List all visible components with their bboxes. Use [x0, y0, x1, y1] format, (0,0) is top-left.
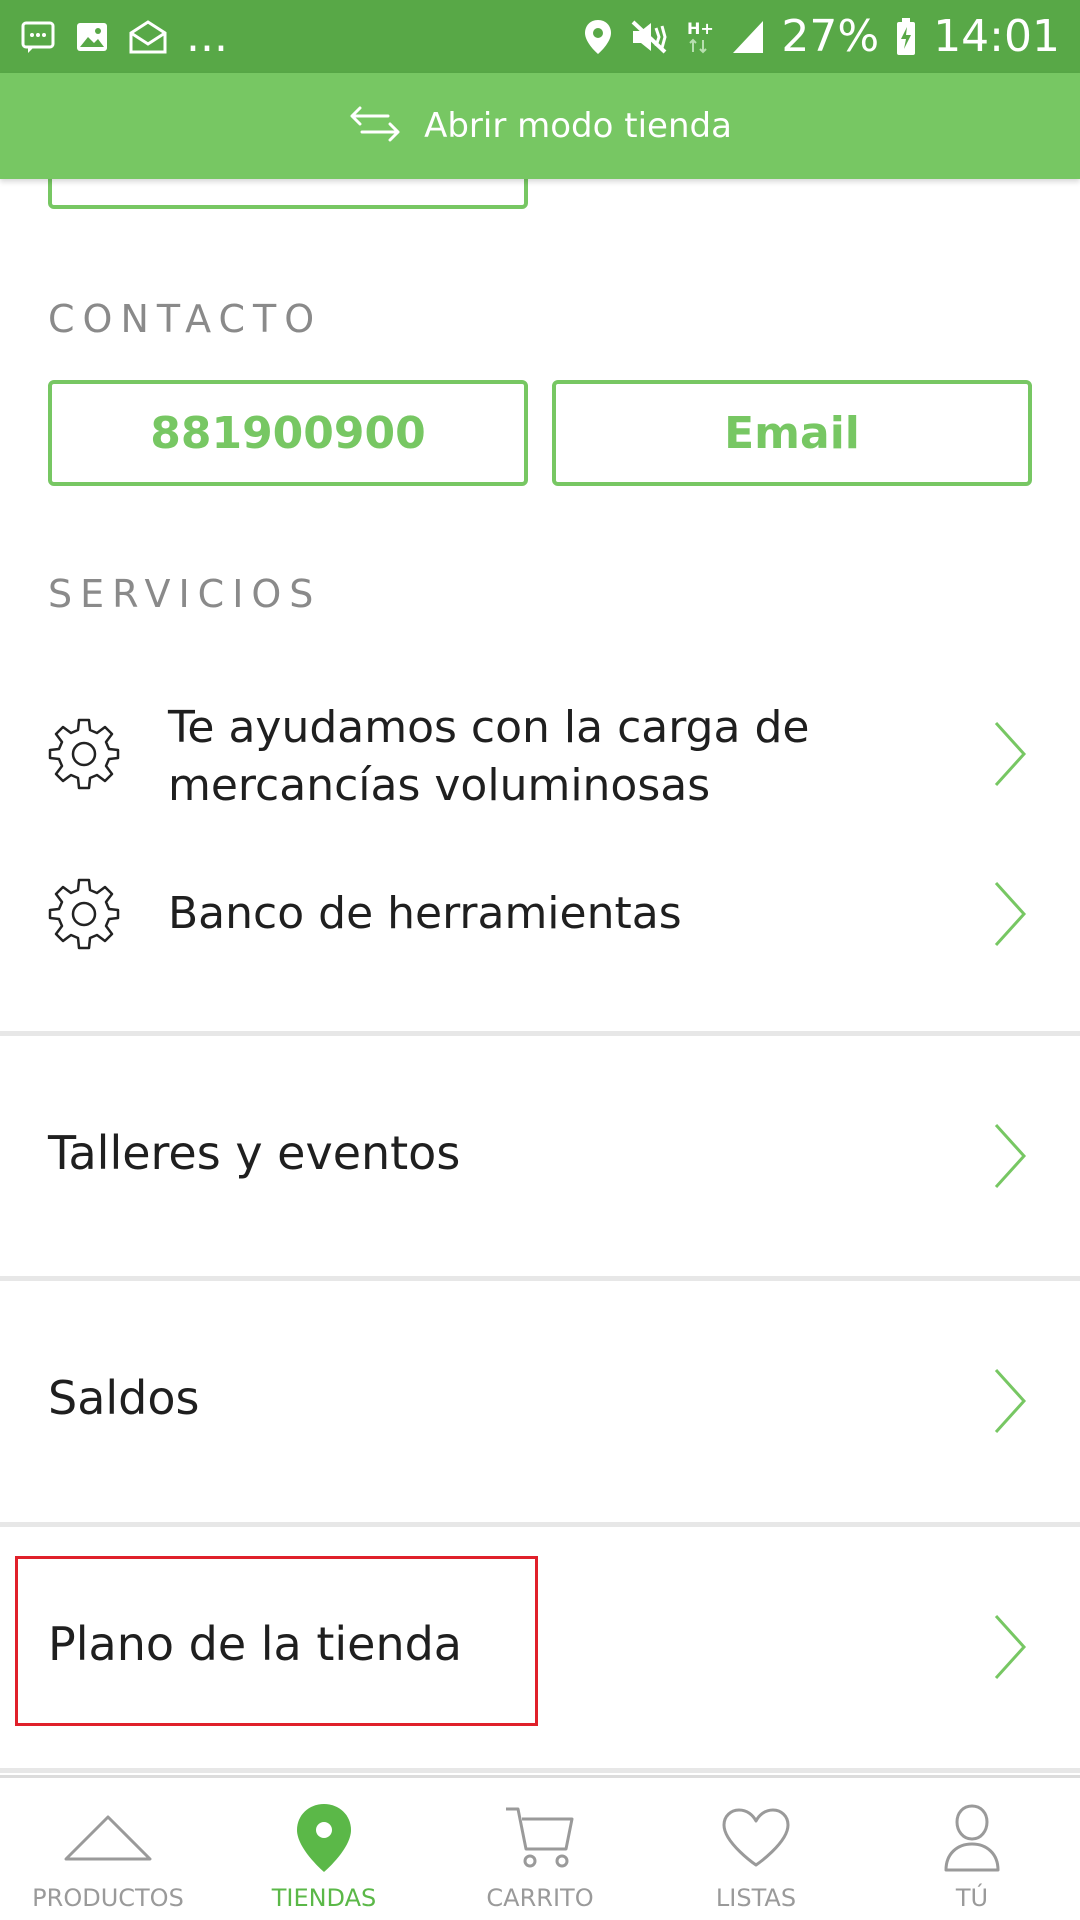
- gear-icon: [46, 876, 122, 957]
- service-item-loading-help[interactable]: Te ayudamos con la carga de mercancías v…: [0, 679, 1080, 829]
- service-item-label: Te ayudamos con la carga de mercancías v…: [168, 702, 810, 811]
- partially-hidden-button[interactable]: [48, 179, 528, 209]
- chevron-right-icon: [990, 879, 1030, 954]
- battery-percent: 27%: [781, 11, 880, 62]
- gallery-notification-icon: [74, 19, 110, 55]
- nav-label: CARRITO: [486, 1884, 594, 1912]
- chevron-right-icon: [990, 1612, 1030, 1687]
- chevron-right-icon: [990, 1366, 1030, 1441]
- chevron-right-icon: [990, 1121, 1030, 1196]
- gear-icon: [46, 716, 122, 797]
- cart-icon: [504, 1798, 576, 1878]
- highlight-box: [15, 1556, 538, 1726]
- mail-notification-icon: [128, 19, 168, 55]
- list-item-sales[interactable]: Saldos: [0, 1281, 1080, 1521]
- nav-item-products[interactable]: PRODUCTOS: [0, 1778, 216, 1920]
- signal-icon: [731, 19, 765, 55]
- battery-charging-icon: [895, 17, 917, 57]
- mute-vibrate-icon: [629, 18, 669, 56]
- nav-item-lists[interactable]: LISTAS: [648, 1778, 864, 1920]
- divider: [0, 1768, 1080, 1773]
- network-type-icon: H+: [685, 18, 715, 56]
- nav-label: PRODUCTOS: [32, 1884, 184, 1912]
- list-item-label: Talleres y eventos: [48, 1126, 461, 1180]
- nav-label: LISTAS: [715, 1884, 797, 1912]
- location-pin-icon: [295, 1798, 353, 1878]
- svg-text:H+: H+: [687, 19, 714, 38]
- nav-item-cart[interactable]: CARRITO: [432, 1778, 648, 1920]
- list-item-workshops-events[interactable]: Talleres y eventos: [0, 1036, 1080, 1276]
- location-icon: [583, 18, 613, 56]
- status-left: ...: [20, 11, 228, 62]
- list-item-label: Saldos: [48, 1371, 200, 1425]
- bottom-navigation: PRODUCTOS TIENDAS CARRITO LISTAS TÚ: [0, 1775, 1080, 1920]
- message-notification-icon: [20, 19, 56, 55]
- service-item-tool-bank[interactable]: Banco de herramientas: [0, 839, 1080, 989]
- open-store-mode-label: Abrir modo tienda: [424, 106, 732, 146]
- chevron-right-icon: [990, 719, 1030, 794]
- nav-label: TIENDAS: [271, 1884, 377, 1912]
- nav-item-profile[interactable]: TÚ: [864, 1778, 1080, 1920]
- status-bar: ... H+ 27% 14:01: [0, 0, 1080, 73]
- more-notifications-text: ...: [186, 11, 228, 62]
- contact-section-title: CONTACTO: [48, 297, 323, 341]
- triangle-icon: [62, 1798, 154, 1878]
- nav-label: TÚ: [955, 1884, 989, 1912]
- store-details-content[interactable]: CONTACTO 881900900 Email SERVICIOS Te ay…: [0, 179, 1080, 1775]
- nav-item-stores[interactable]: TIENDAS: [216, 1778, 432, 1920]
- swap-arrows-icon: [348, 104, 402, 149]
- open-store-mode-bar[interactable]: Abrir modo tienda: [0, 73, 1080, 179]
- email-button[interactable]: Email: [552, 380, 1032, 486]
- user-icon: [942, 1798, 1002, 1878]
- services-section-title: SERVICIOS: [48, 572, 322, 616]
- phone-button[interactable]: 881900900: [48, 380, 528, 486]
- heart-icon: [720, 1798, 792, 1878]
- status-right: H+ 27% 14:01: [583, 11, 1060, 62]
- service-item-label: Banco de herramientas: [168, 888, 682, 939]
- clock: 14:01: [933, 11, 1060, 62]
